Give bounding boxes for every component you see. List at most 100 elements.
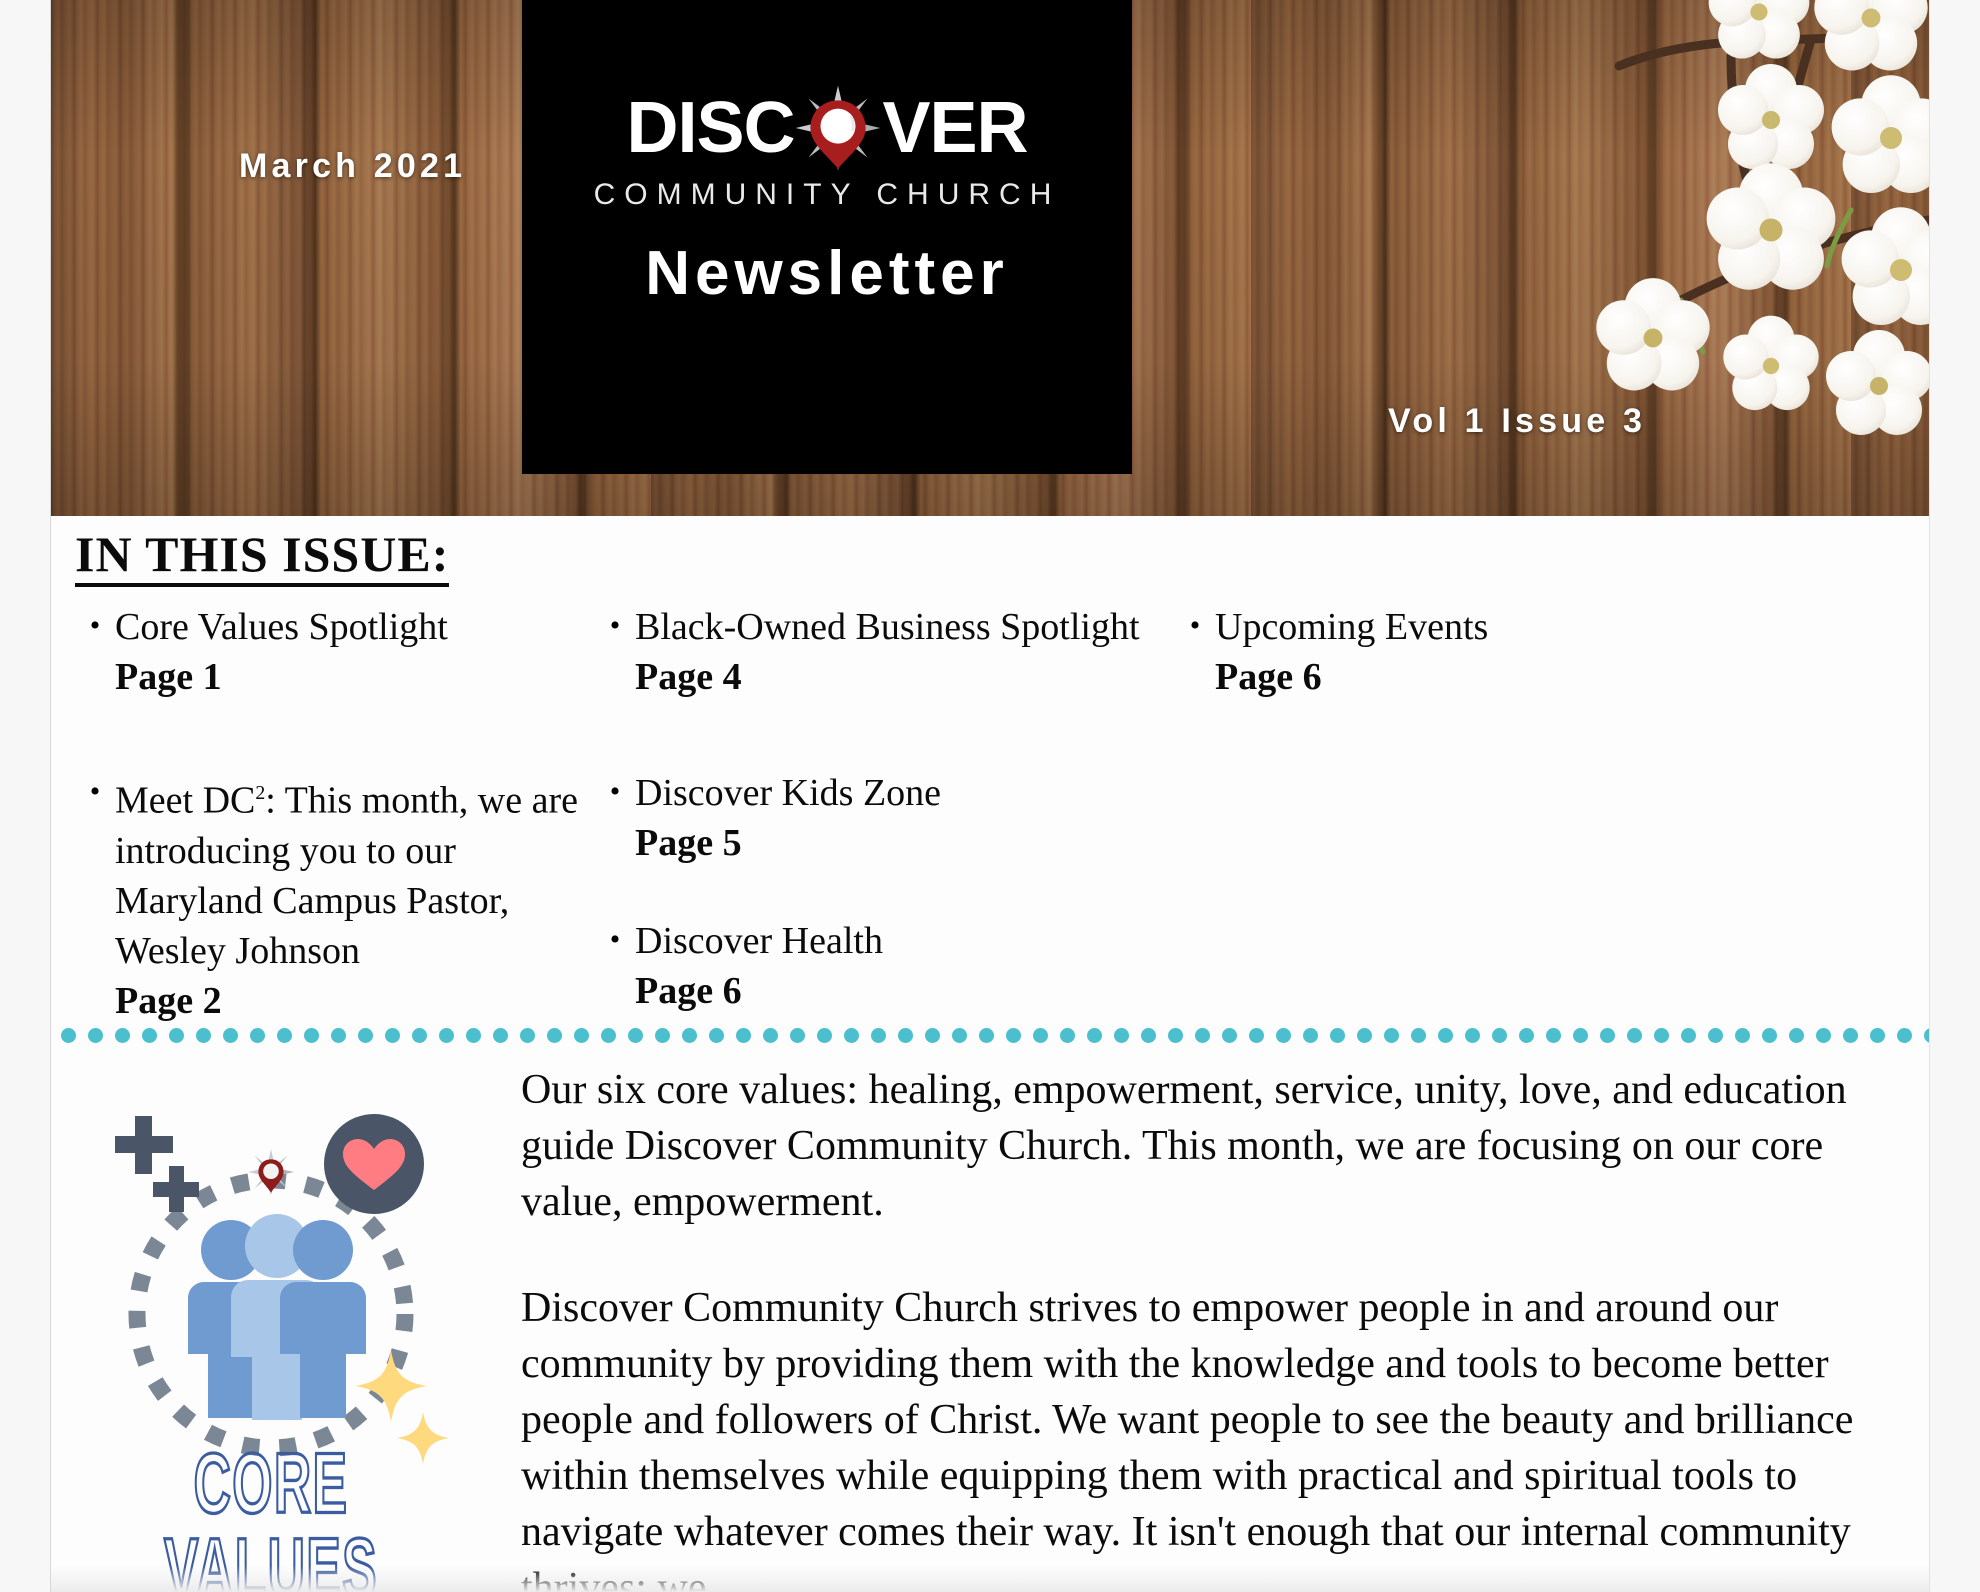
toc-item-label: Upcoming Events [1215, 606, 1489, 648]
divider-dot [952, 1028, 967, 1043]
divider-dot [1330, 1028, 1345, 1043]
divider-dot [1573, 1028, 1588, 1043]
toc-column-3: • Upcoming Events Page 6 [1175, 602, 1735, 1036]
brand-text-part1: DISC [626, 88, 795, 168]
divider-dot [1114, 1028, 1129, 1043]
toc-column-1: • Core Values Spotlight Page 1 • Meet DC… [75, 602, 595, 1036]
logo-plate: DISC VER COMMUNITY CHURCH Newsletter [522, 0, 1132, 474]
divider-dot [1681, 1028, 1696, 1043]
divider-dot [277, 1028, 292, 1043]
divider-dot [1816, 1028, 1831, 1043]
divider-dot [1789, 1028, 1804, 1043]
divider-dot [1384, 1028, 1399, 1043]
plus-sign-icon [153, 1166, 199, 1212]
divider-dot [574, 1028, 589, 1043]
divider-dot [1357, 1028, 1372, 1043]
divider-dot [1168, 1028, 1183, 1043]
divider-dot [790, 1028, 805, 1043]
article-paragraph: Our six core values: healing, empowermen… [521, 1067, 1847, 1225]
divider-dot [1843, 1028, 1858, 1043]
document-sheet: March 2021 Vol 1 Issue 3 DISC VER COMMUN… [50, 0, 1930, 1592]
toc-item-label: Core Values Spotlight [115, 606, 448, 648]
toc-item-label: Discover Health [635, 920, 883, 962]
divider-dot [1897, 1028, 1912, 1043]
divider-dot [628, 1028, 643, 1043]
divider-dot [1519, 1028, 1534, 1043]
divider-dot [817, 1028, 832, 1043]
toc-item-page: Page 4 [635, 656, 742, 698]
divider-dot [1006, 1028, 1021, 1043]
divider-dot [88, 1028, 103, 1043]
plus-sign-icon [115, 1116, 173, 1174]
bullet-icon: • [609, 775, 621, 808]
divider-dot [385, 1028, 400, 1043]
header-banner: March 2021 Vol 1 Issue 3 DISC VER COMMUN… [51, 0, 1929, 516]
divider-dot [871, 1028, 886, 1043]
divider-dot [250, 1028, 265, 1043]
divider-dot [1870, 1028, 1885, 1043]
divider-dot [547, 1028, 562, 1043]
compass-logo-icon [248, 1149, 294, 1195]
article-body: Our six core values: healing, empowermen… [521, 1062, 1881, 1592]
divider-dot [115, 1028, 130, 1043]
toc-item-black-owned-business[interactable]: • Black-Owned Business Spotlight Page 4 [595, 602, 1175, 702]
toc-item-label: Discover Kids Zone [635, 772, 942, 814]
divider-dot [439, 1028, 454, 1043]
divider-dot [736, 1028, 751, 1043]
divider-dot [1627, 1028, 1642, 1043]
divider-dot [196, 1028, 211, 1043]
divider-dot [601, 1028, 616, 1043]
divider-dot [1060, 1028, 1075, 1043]
divider-dot [655, 1028, 670, 1043]
compass-location-pin-logo-icon [796, 85, 881, 171]
volume-issue-label: Vol 1 Issue 3 [1388, 402, 1647, 440]
divider-dot [1303, 1028, 1318, 1043]
divider-dot [1546, 1028, 1561, 1043]
divider-dot [1762, 1028, 1777, 1043]
divider-dot [331, 1028, 346, 1043]
toc-label-prefix: Meet DC [115, 779, 256, 822]
toc-item-page: Page 6 [635, 970, 742, 1012]
toc-label-superscript: 2 [255, 782, 266, 804]
brand-wordmark: DISC VER [522, 85, 1132, 171]
page-bottom-fade [51, 1566, 1929, 1592]
divider-dot [1222, 1028, 1237, 1043]
toc-item-meet-dc2[interactable]: • Meet DC2: This month, we are introduci… [75, 768, 595, 1026]
sparkle-star-icon [397, 1412, 449, 1464]
divider-dot [1087, 1028, 1102, 1043]
toc-item-discover-health[interactable]: • Discover Health Page 6 [595, 916, 1175, 1016]
toc-item-label: Black-Owned Business Spotlight [635, 606, 1140, 648]
divider-dot [466, 1028, 481, 1043]
brand-subtitle: COMMUNITY CHURCH [593, 178, 1061, 211]
toc-column-2: • Black-Owned Business Spotlight Page 4 … [595, 602, 1175, 1036]
divider-dot [1141, 1028, 1156, 1043]
bullet-icon: • [89, 609, 101, 642]
divider-dot [1735, 1028, 1750, 1043]
toc-item-kids-zone[interactable]: • Discover Kids Zone Page 5 [595, 768, 1175, 868]
brand-text-part2: VER [882, 88, 1028, 168]
divider-dot [925, 1028, 940, 1043]
toc-item-page: Page 2 [115, 979, 222, 1022]
divider-dot [1654, 1028, 1669, 1043]
divider-dot [1465, 1028, 1480, 1043]
divider-dot [223, 1028, 238, 1043]
divider-dot [709, 1028, 724, 1043]
three-people-icon [188, 1214, 366, 1420]
bullet-icon: • [609, 609, 621, 642]
dotted-divider [51, 1028, 1929, 1046]
toc-item-core-values[interactable]: • Core Values Spotlight Page 1 [75, 602, 595, 702]
toc-item-page: Page 1 [115, 656, 222, 698]
toc-item-page: Page 5 [635, 822, 742, 864]
divider-dot [1276, 1028, 1291, 1043]
toc-item-upcoming-events[interactable]: • Upcoming Events Page 6 [1175, 602, 1735, 702]
divider-dot [520, 1028, 535, 1043]
divider-dot [1438, 1028, 1453, 1043]
divider-dot [1249, 1028, 1264, 1043]
divider-dot [1600, 1028, 1615, 1043]
divider-dot [682, 1028, 697, 1043]
divider-dot [358, 1028, 373, 1043]
divider-dot [1195, 1028, 1210, 1043]
